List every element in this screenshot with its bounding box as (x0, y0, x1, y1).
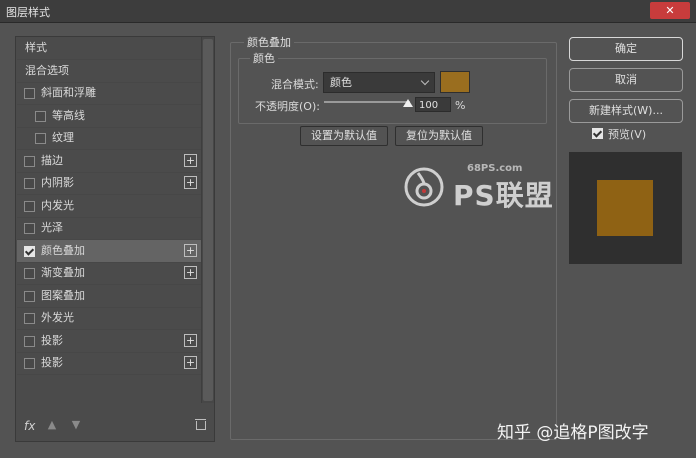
new-style-button[interactable]: 新建样式(W)... (569, 99, 683, 123)
style-item-label: 投影 (41, 333, 63, 347)
opacity-label: 不透明度(O): (255, 100, 320, 113)
arrow-up-icon[interactable]: ▲ (46, 418, 58, 432)
section-title: 颜色叠加 (244, 34, 294, 50)
style-item-label: 样式 (25, 41, 47, 54)
blend-mode-select[interactable]: 颜色 (323, 72, 435, 93)
style-item[interactable]: 颜色叠加 + (17, 239, 201, 263)
window-title: 图层样式 (6, 6, 50, 19)
style-checkbox[interactable] (24, 335, 35, 347)
style-item[interactable]: 外发光 (17, 307, 201, 330)
ok-button[interactable]: 确定 (569, 37, 683, 61)
style-checkbox[interactable] (24, 290, 35, 302)
style-item[interactable]: 投影 + (17, 330, 201, 353)
opacity-slider-thumb[interactable] (403, 99, 413, 107)
cancel-button[interactable]: 取消 (569, 68, 683, 92)
style-item[interactable]: 斜面和浮雕 (17, 82, 201, 105)
style-checkbox[interactable] (24, 88, 35, 99)
scrollbar-thumb[interactable] (203, 39, 213, 401)
style-item[interactable]: 图案叠加 (17, 285, 201, 308)
style-checkbox[interactable] (24, 223, 35, 234)
ps-logo-icon (404, 167, 444, 207)
style-item[interactable]: 混合选项 (17, 60, 201, 83)
style-item[interactable]: 描边 + (17, 150, 201, 173)
preview-checkbox[interactable] (592, 128, 603, 139)
style-item-label: 斜面和浮雕 (41, 86, 96, 99)
style-checkbox[interactable] (24, 358, 35, 369)
add-icon[interactable]: + (184, 266, 197, 279)
arrow-down-icon[interactable]: ▼ (70, 418, 82, 432)
style-item-label: 描边 (41, 153, 63, 167)
style-item[interactable]: 光泽 (17, 217, 201, 240)
style-item-label: 投影 (41, 356, 63, 369)
chevron-down-icon (420, 76, 430, 86)
style-item[interactable]: 内阴影 + (17, 172, 201, 195)
style-list-footer: fx ▲ ▼ (16, 411, 214, 441)
style-list-panel: 样式混合选项斜面和浮雕等高线纹理描边 + 内阴影 + 内发光光泽颜色叠加 + 渐变叠加 + 图案… (15, 36, 215, 442)
style-item[interactable]: 内发光 (17, 195, 201, 218)
add-icon[interactable]: + (184, 356, 197, 369)
group-title: 颜色 (250, 50, 278, 66)
style-item-label: 纹理 (52, 131, 74, 144)
style-item-label: 内发光 (41, 198, 74, 212)
preview-label: 预览(V) (608, 128, 647, 141)
scrollbar[interactable] (201, 37, 214, 403)
style-checkbox[interactable] (35, 110, 46, 122)
fx-button[interactable]: fx (24, 419, 35, 433)
style-item[interactable]: 等高线 (17, 105, 201, 128)
style-item-label: 外发光 (41, 311, 74, 324)
style-item[interactable]: 投影 + (17, 352, 201, 375)
opacity-input[interactable]: 100 (415, 97, 451, 112)
add-icon[interactable]: + (184, 333, 197, 347)
style-checkbox[interactable] (24, 245, 35, 257)
add-icon[interactable]: + (184, 176, 197, 189)
style-item-label: 光泽 (41, 221, 63, 234)
style-item[interactable]: 纹理 (17, 127, 201, 150)
style-item[interactable]: 渐变叠加 + (17, 262, 201, 285)
credit-text: 知乎 @追格P图改字 (497, 423, 649, 443)
style-checkbox[interactable] (24, 268, 35, 279)
trash-icon[interactable] (195, 418, 206, 430)
opacity-unit: % (455, 99, 466, 112)
style-item-label: 渐变叠加 (41, 266, 85, 279)
watermark-site: 68PS.com (467, 163, 523, 174)
title-bar: 图层样式 ✕ (0, 0, 696, 23)
style-checkbox[interactable] (35, 133, 46, 144)
reset-default-button[interactable]: 复位为默认值 (395, 126, 483, 146)
style-item[interactable]: 样式 (17, 37, 201, 60)
style-checkbox[interactable] (24, 178, 35, 189)
style-checkbox[interactable] (24, 155, 35, 167)
style-checkbox[interactable] (24, 313, 35, 324)
overlay-color-swatch[interactable] (440, 71, 470, 93)
style-item-label: 等高线 (52, 108, 85, 122)
opacity-slider[interactable] (324, 101, 410, 103)
close-button[interactable]: ✕ (650, 2, 690, 19)
blend-mode-label: 混合模式: (271, 78, 319, 91)
blend-mode-value: 颜色 (330, 76, 352, 89)
style-item-label: 图案叠加 (41, 288, 85, 302)
set-default-button[interactable]: 设置为默认值 (300, 126, 388, 146)
style-item-label: 内阴影 (41, 176, 74, 189)
style-item-label: 混合选项 (25, 63, 69, 77)
style-item-label: 颜色叠加 (41, 243, 85, 257)
preview-swatch (597, 180, 653, 236)
watermark-brand: PS联盟 (453, 179, 554, 212)
style-checkbox[interactable] (24, 200, 35, 212)
preview-thumbnail (569, 152, 682, 264)
add-icon[interactable]: + (184, 153, 197, 167)
add-icon[interactable]: + (184, 243, 197, 257)
